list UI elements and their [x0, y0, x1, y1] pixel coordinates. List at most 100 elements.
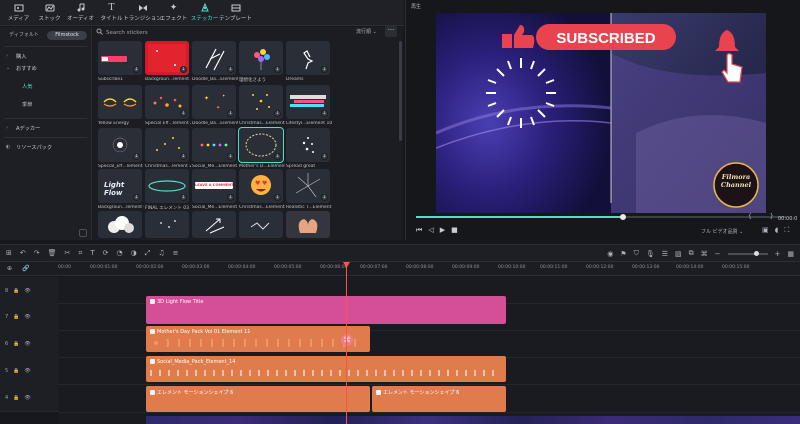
download-icon[interactable]: ↓ [227, 153, 234, 160]
eye-icon[interactable]: 👁 [24, 288, 30, 294]
download-icon[interactable]: ↓ [274, 66, 281, 73]
grid-icon[interactable]: ⊞ [6, 249, 12, 257]
download-icon[interactable]: ↓ [227, 194, 234, 201]
zoom-in-icon[interactable]: + [775, 250, 781, 258]
sticker-subscribe1[interactable]: ↓ [98, 41, 142, 75]
sticker-special-effect-21b[interactable]: ↓ [98, 128, 142, 162]
toolbar-template[interactable]: テンプレート [219, 1, 252, 25]
sticker-arrows[interactable] [192, 211, 236, 238]
sticker-clouds[interactable] [98, 211, 142, 238]
sticker-special-effect-21[interactable]: ↓ [145, 85, 189, 119]
prev-frame-icon[interactable]: ⏮ [416, 226, 422, 235]
sticker-background-69[interactable]: Light Flow ↓ [98, 169, 142, 203]
grid-scrollbar[interactable] [399, 41, 402, 141]
toolbar-sticker[interactable]: ステッカー [189, 1, 220, 25]
lock-icon[interactable]: 🔒 [13, 341, 19, 347]
sidebar-item-purchased[interactable]: › 購入 [0, 50, 91, 62]
download-icon[interactable]: ↓ [227, 110, 234, 117]
redo-icon[interactable]: ↷ [34, 249, 40, 257]
toolbar-effect[interactable]: ✦ エフェクト [158, 1, 189, 25]
download-icon[interactable]: ↓ [133, 66, 140, 73]
mark-in-out-buttons[interactable]: { } [748, 213, 782, 220]
download-icon[interactable]: ↓ [321, 110, 328, 117]
render-icon[interactable]: ◉ [607, 250, 613, 258]
toolbar-transition[interactable]: トランジション [123, 1, 162, 25]
more-options-button[interactable]: ··· [385, 26, 397, 37]
undo-icon[interactable]: ↶ [20, 249, 26, 257]
color-icon[interactable]: ◑ [131, 249, 137, 257]
sticker-yellow-energy[interactable] [98, 85, 142, 119]
video-canvas[interactable]: SUBSCRIBED Filmora Channel [436, 13, 766, 213]
zoom-slider[interactable] [727, 250, 768, 256]
cut-icon[interactable]: ✂ [65, 249, 71, 257]
sticker-lifestyle-10[interactable]: ↓ [286, 85, 330, 119]
list-icon[interactable]: ☰ [662, 250, 668, 258]
sticker-balloons[interactable]: ↓ [239, 41, 283, 75]
sticker-scribble[interactable] [239, 211, 283, 238]
download-icon[interactable]: ↓ [180, 194, 187, 201]
lock-icon[interactable]: 🔒 [13, 314, 19, 320]
sidebar-item-resource-pack[interactable]: ◐ リソースパック [0, 141, 91, 153]
crop-icon[interactable]: ⌗ [78, 249, 82, 258]
fullscreen-icon[interactable]: ⛶ [784, 226, 789, 235]
clip-mothers-day-element[interactable]: Mother's Day Pack Vol 01 Element 11 ⌘ [146, 326, 370, 352]
sticker-christmas-22[interactable]: ↓ [145, 128, 189, 162]
stop-icon[interactable]: ■ [451, 226, 458, 235]
download-icon[interactable]: ↓ [227, 66, 234, 73]
sticker-doodle-53[interactable]: ✦ ✦ ✦ ↓ [192, 85, 236, 119]
eye-icon[interactable]: 👁 [24, 395, 30, 401]
sticker-social-media-2[interactable]: ↓ [192, 128, 236, 162]
sticker-christmas-11[interactable]: ↓ [239, 85, 283, 119]
play-icon[interactable]: ▶ [440, 226, 445, 235]
search-input[interactable]: Search stickers [106, 30, 148, 36]
delete-icon[interactable]: 🗑 [48, 249, 57, 257]
sticker-final-element-03[interactable]: ↓ [145, 169, 189, 203]
toolbar-stock[interactable]: ストック [34, 1, 65, 25]
step-back-icon[interactable]: ◁ [428, 226, 433, 235]
text-icon[interactable]: T [90, 249, 94, 257]
sticker-dreams[interactable]: ↓ [286, 41, 330, 75]
video-track-clip[interactable] [146, 416, 800, 424]
eye-icon[interactable]: 👁 [24, 314, 30, 320]
marker-icon[interactable]: ⚑ [620, 250, 626, 258]
download-icon[interactable]: ↓ [133, 194, 140, 201]
sticker-social-media-14[interactable]: LEAVE A COMMENT ↓ [192, 169, 236, 203]
download-icon[interactable]: ↓ [133, 153, 140, 160]
quality-dropdown[interactable]: フル ビデオ品質 ⌄ [701, 228, 743, 235]
sticker-spread-great[interactable]: ↓ [286, 128, 330, 162]
layout-icon[interactable]: ▦ [787, 250, 794, 258]
lock-icon[interactable]: 🔒 [13, 395, 19, 401]
sticker-realistic-2[interactable]: ↓ [286, 169, 330, 203]
split-icon[interactable]: ⧉ [689, 249, 694, 258]
progress-knob[interactable] [620, 214, 626, 220]
download-icon[interactable]: ↓ [180, 110, 187, 117]
download-icon[interactable]: ↓ [274, 110, 281, 117]
search-bar[interactable]: Search stickers [96, 27, 336, 38]
sticker-particles[interactable] [145, 211, 189, 238]
link-icon[interactable]: 🔗 [22, 265, 29, 272]
transform-icon[interactable]: ⤢ [145, 249, 151, 258]
toolbar-audio[interactable]: オーディオ [65, 1, 96, 25]
sticker-background-36[interactable]: ↓ [145, 41, 189, 75]
sort-filter-dropdown[interactable]: 流行順 ⌄ [356, 28, 377, 35]
playhead[interactable] [346, 262, 347, 424]
more-tools-icon[interactable]: ≡ [173, 249, 179, 257]
tab-filmstock[interactable]: Filmstock [47, 31, 87, 40]
volume-icon[interactable]: ◖ [775, 226, 779, 235]
playback-progress-bar[interactable] [416, 214, 786, 220]
eye-icon[interactable]: 👁 [24, 368, 30, 374]
clip-motion-shape-6a[interactable]: エレメント モーションシェイプ 6 [146, 386, 370, 412]
tab-default[interactable]: ディフォルト [4, 31, 44, 40]
download-icon[interactable]: ↓ [321, 194, 328, 201]
timeline-ruler[interactable]: ⊕ 🔗 00:00 00:00:01:00 00:00:02:00 00:00:… [0, 262, 800, 276]
sidebar-item-seasonal[interactable]: 季節 [0, 98, 91, 110]
image-icon[interactable]: ▨ [675, 250, 682, 258]
sidebar-item-a-decker[interactable]: › Aデッカー [0, 122, 91, 134]
keyframe-marker[interactable]: ⌘ [341, 334, 353, 346]
toolbar-media[interactable]: メディア [3, 1, 34, 25]
audio-icon[interactable]: ♫ [158, 249, 164, 257]
clip-motion-shape-6b[interactable]: エレメント モーションシェイプ 6 [372, 386, 506, 412]
clip-social-media-pack[interactable]: Social_Media_Pack_Element_14 [146, 356, 506, 382]
sticker-heart-hands[interactable] [286, 211, 330, 238]
sticker-mothers-day-11[interactable]: ↓ [238, 127, 284, 163]
